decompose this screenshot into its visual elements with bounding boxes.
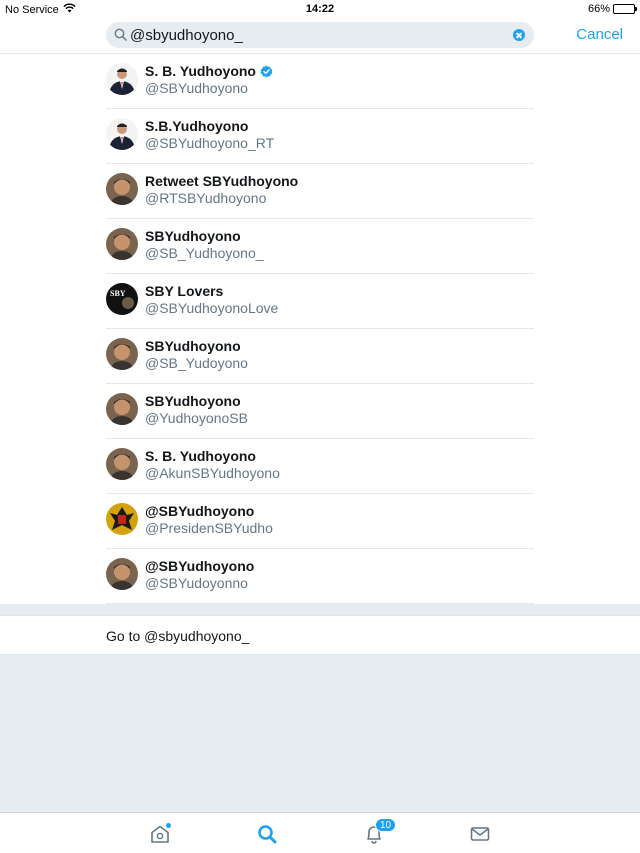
result-name-line: SBYudhoyono xyxy=(145,338,248,355)
search-input[interactable] xyxy=(130,22,510,48)
mail-icon xyxy=(469,827,491,849)
result-name: @SBYudhoyono xyxy=(145,558,255,574)
result-name-line: S. B. Yudhoyono xyxy=(145,63,273,80)
clock: 14:22 xyxy=(305,3,335,15)
result-text: SBYudhoyono @YudhoyonoSB xyxy=(145,393,248,427)
result-text: SBYudhoyono @SB_Yudoyono xyxy=(145,338,248,372)
result-name-line: SBYudhoyono xyxy=(145,228,264,245)
sby-text-avatar[interactable]: SBY xyxy=(106,283,138,315)
result-row[interactable]: @SBYudhoyono @PresidenSBYudho xyxy=(106,494,534,549)
result-name-line: @SBYudhoyono xyxy=(145,558,254,575)
result-handle: @SBYudhoyono_RT xyxy=(145,135,275,151)
tab-home[interactable] xyxy=(149,823,171,845)
tab-notifications[interactable]: 10 xyxy=(363,818,397,845)
result-name-line: S. B. Yudhoyono xyxy=(145,448,280,465)
cancel-button[interactable]: Cancel xyxy=(576,26,623,43)
face-portrait-avatar[interactable] xyxy=(106,338,138,370)
search-header: Cancel xyxy=(0,18,640,54)
result-text: SBY Lovers @SBYudhoyonoLove xyxy=(145,283,278,317)
result-text: Retweet SBYudhoyono @RTSBYudhoyono xyxy=(145,173,298,207)
battery-percent: 66% xyxy=(587,3,610,15)
suit-portrait-avatar[interactable] xyxy=(106,118,138,150)
result-text: S.B.Yudhoyono @SBYudhoyono_RT xyxy=(145,118,274,152)
result-handle: @AkunSBYudhoyono xyxy=(145,465,280,481)
tab-search[interactable] xyxy=(256,823,278,845)
result-row[interactable]: @SBYudhoyono @SBYudoyonno xyxy=(106,549,534,604)
result-name: S.B.Yudhoyono xyxy=(145,118,249,134)
battery-icon xyxy=(613,4,637,14)
face-portrait-avatar[interactable] xyxy=(106,558,138,590)
goto-profile-link[interactable]: Go to @sbyudhoyono_ xyxy=(106,628,249,644)
result-row[interactable]: SBY SBY Lovers @SBYudhoyonoLove xyxy=(106,274,534,329)
search-results-list: S. B. Yudhoyono @SBYudhoyono S.B.Yudhoyono… xyxy=(0,54,640,604)
result-row[interactable]: Retweet SBYudhoyono @RTSBYudhoyono xyxy=(106,164,534,219)
result-name-line: Retweet SBYudhoyono xyxy=(145,173,298,190)
tab-bar: 10 xyxy=(0,812,640,853)
result-row[interactable]: S.B.Yudhoyono @SBYudhoyono_RT xyxy=(106,109,534,164)
result-handle: @YudhoyonoSB xyxy=(145,410,248,426)
home-new-dot xyxy=(166,823,171,828)
result-name: Retweet SBYudhoyono xyxy=(145,173,299,189)
result-handle: @SBYudhoyonoLove xyxy=(145,300,279,316)
result-handle: @SB_Yudhoyono_ xyxy=(145,245,264,261)
status-right: 66% xyxy=(587,3,637,15)
result-name-line: SBY Lovers xyxy=(145,283,278,300)
result-name: @SBYudhoyono xyxy=(145,503,255,519)
face-portrait-avatar[interactable] xyxy=(106,228,138,260)
result-name: SBYudhoyono xyxy=(145,338,241,354)
result-row[interactable]: SBYudhoyono @SB_Yudoyono xyxy=(106,329,534,384)
garuda-emblem-avatar[interactable] xyxy=(106,503,138,535)
result-name: S. B. Yudhoyono xyxy=(145,448,256,464)
result-handle: @PresidenSBYudho xyxy=(145,520,273,536)
result-row[interactable]: SBYudhoyono @YudhoyonoSB xyxy=(106,384,534,439)
goto-section[interactable]: Go to @sbyudhoyono_ xyxy=(0,615,640,655)
result-text: S. B. Yudhoyono @AkunSBYudhoyono xyxy=(145,448,280,482)
search-magnifier-icon xyxy=(114,28,127,46)
result-text: @SBYudhoyono @SBYudoyonno xyxy=(145,558,254,592)
result-name: SBY Lovers xyxy=(145,283,224,299)
face-portrait-avatar[interactable] xyxy=(106,173,138,205)
result-name: SBYudhoyono xyxy=(145,228,241,244)
notifications-badge: 10 xyxy=(375,818,397,832)
face-portrait-avatar[interactable] xyxy=(106,393,138,425)
clear-search-icon[interactable] xyxy=(513,29,525,41)
result-row[interactable]: SBYudhoyono @SB_Yudhoyono_ xyxy=(106,219,534,274)
status-bar: No Service 14:22 66% xyxy=(0,0,640,18)
search-icon xyxy=(256,825,278,849)
bell-icon xyxy=(363,826,385,849)
result-name-line: S.B.Yudhoyono xyxy=(145,118,274,135)
result-handle: @SB_Yudoyono xyxy=(145,355,248,371)
result-row[interactable]: S. B. Yudhoyono @SBYudhoyono xyxy=(106,54,534,109)
result-name: SBYudhoyono xyxy=(145,393,241,409)
result-text: SBYudhoyono @SB_Yudhoyono_ xyxy=(145,228,264,262)
result-name-line: @SBYudhoyono xyxy=(145,503,273,520)
face-portrait-avatar[interactable] xyxy=(106,448,138,480)
result-handle: @RTSBYudhoyono xyxy=(145,190,267,206)
result-handle: @SBYudoyonno xyxy=(145,575,248,591)
svg-text:SBY: SBY xyxy=(110,289,126,298)
verified-badge-icon xyxy=(260,65,273,78)
result-row[interactable]: S. B. Yudhoyono @AkunSBYudhoyono xyxy=(106,439,534,494)
result-name: S. B. Yudhoyono xyxy=(145,63,256,79)
result-text: @SBYudhoyono @PresidenSBYudho xyxy=(145,503,273,537)
tab-messages[interactable] xyxy=(469,823,491,845)
result-text: S. B. Yudhoyono @SBYudhoyono xyxy=(145,63,273,97)
suit-portrait-avatar[interactable] xyxy=(106,63,138,95)
result-handle: @SBYudhoyono xyxy=(145,80,248,96)
search-box[interactable] xyxy=(106,22,534,48)
home-icon xyxy=(149,825,171,849)
result-name-line: SBYudhoyono xyxy=(145,393,248,410)
